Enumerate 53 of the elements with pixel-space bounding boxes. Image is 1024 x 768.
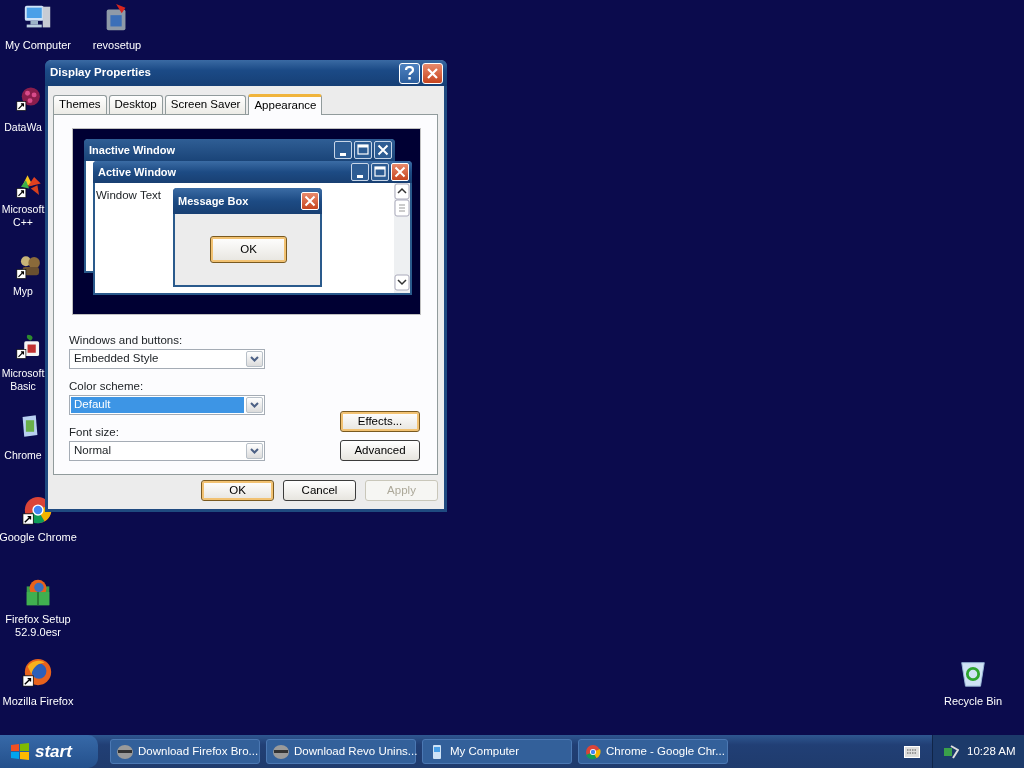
dialog-button[interactable]: Effects... [340,411,420,432]
minimize-icon [340,152,346,156]
minimize-icon [357,174,363,178]
tray-icon[interactable] [943,743,959,760]
chevron-down-icon [250,448,259,454]
close-icon [427,67,438,79]
firefox-icon[interactable] [22,657,54,688]
icon-label[interactable]: My Computer [0,39,78,52]
tab[interactable]: Appearance [248,94,323,115]
icon-label[interactable]: Microsoft C++ [0,203,46,229]
help-icon [404,66,415,80]
taskbar-button[interactable]: My Computer [422,739,572,764]
icon-label[interactable]: Microsoft Basic [0,367,46,393]
dialog-button[interactable]: Advanced [340,440,420,461]
field-label: Font size: [69,425,120,439]
help-button[interactable] [399,62,420,84]
window-title: Inactive Window [89,142,177,158]
window-title: Active Window [98,164,178,180]
app-icon [273,743,289,760]
window-text: Window Text [96,188,161,203]
taskbar-button[interactable]: Download Revo Unins... [266,739,416,764]
field-label: Color scheme: [69,379,145,393]
close-button[interactable] [422,62,443,84]
tab[interactable]: Themes [53,95,107,114]
window-title: Message Box [178,193,250,209]
icon-label[interactable]: revosetup [77,39,157,52]
window-title: Display Properties [50,65,152,81]
start-button[interactable]: start [0,735,98,768]
icon-label[interactable]: Google Chrome [0,531,78,544]
dialog-button[interactable]: OK [201,480,274,501]
icon-label[interactable]: Chrome [0,449,46,462]
tab[interactable]: Screen Saver [164,95,247,114]
colorful-icon[interactable] [16,172,44,199]
browser-icon [585,743,601,760]
taskbar-button[interactable]: Chrome - Google Chr... [578,739,728,764]
icon-label[interactable]: Recycle Bin [933,695,1013,708]
icon-label[interactable]: Myp [0,285,46,298]
ok-button[interactable]: OK [210,236,287,263]
icon-label[interactable]: DataWa [0,121,46,134]
keyboard-icon[interactable] [904,745,920,758]
taskbar-button[interactable]: Download Firefox Bro... [110,739,260,764]
app-icon [117,743,133,760]
tab[interactable]: Desktop [108,95,163,114]
windows-logo-icon [10,742,30,761]
clock: 10:28 AM [967,743,1016,759]
dropdown[interactable]: Normal [69,441,265,461]
dialog-button[interactable]: Cancel [283,480,356,501]
field-label: Windows and buttons: [69,333,184,347]
icon-label[interactable]: Mozilla Firefox [0,695,78,708]
icon-label[interactable]: Firefox Setup 52.9.0esr [0,613,78,639]
chevron-down-icon [250,356,259,362]
chevron-down-icon [250,402,259,408]
dropdown[interactable]: Embedded Style [69,349,265,369]
